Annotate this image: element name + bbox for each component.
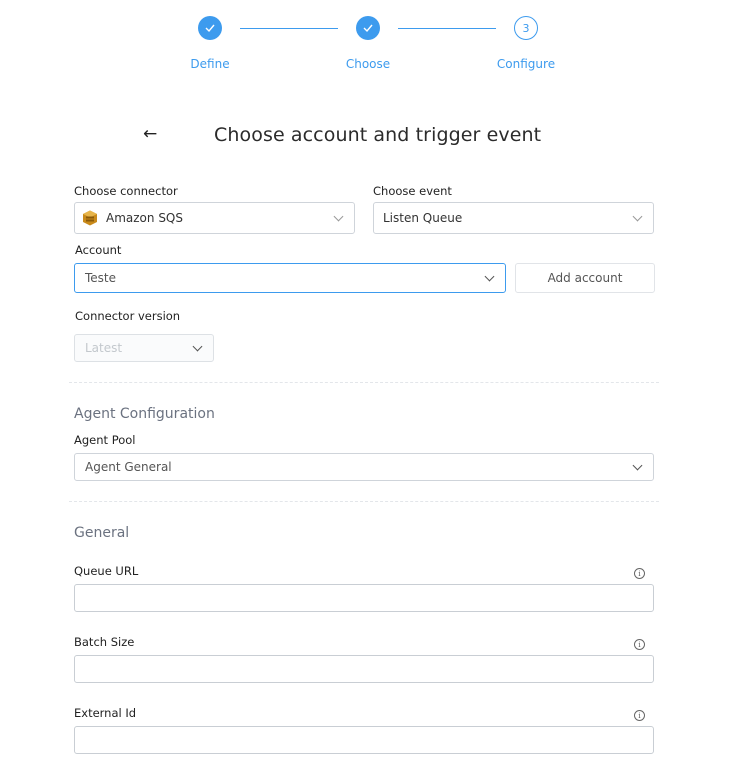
back-arrow-icon[interactable]: ← xyxy=(143,124,157,144)
agent-configuration-title: Agent Configuration xyxy=(74,406,215,422)
connector-value: Amazon SQS xyxy=(106,211,183,225)
section-divider xyxy=(69,501,659,502)
section-divider xyxy=(69,382,659,383)
info-icon[interactable]: i xyxy=(634,568,645,579)
info-icon[interactable]: i xyxy=(634,639,645,650)
step-1-check-icon[interactable] xyxy=(198,16,222,40)
step-2-check-icon[interactable] xyxy=(356,16,380,40)
step-label-define[interactable]: Define xyxy=(190,57,229,71)
general-title: General xyxy=(74,525,130,541)
agent-pool-value: Agent General xyxy=(85,460,172,474)
connector-select[interactable]: Amazon SQS xyxy=(74,202,355,234)
event-label: Choose event xyxy=(373,184,452,198)
connector-version-label: Connector version xyxy=(75,309,181,323)
account-select[interactable]: Teste xyxy=(74,263,506,293)
connector-version-select[interactable]: Latest xyxy=(74,334,214,362)
add-account-button[interactable]: Add account xyxy=(515,263,655,293)
external-id-input[interactable] xyxy=(74,726,654,754)
step-label-choose[interactable]: Choose xyxy=(346,57,390,71)
external-id-label: External Id xyxy=(74,706,137,720)
batch-size-input[interactable] xyxy=(74,655,654,683)
info-icon[interactable]: i xyxy=(634,710,645,721)
connector-label: Choose connector xyxy=(74,184,178,198)
connector-version-value: Latest xyxy=(85,341,123,355)
page-title: Choose account and trigger event xyxy=(214,124,542,146)
agent-pool-label: Agent Pool xyxy=(74,433,136,447)
step-connector-line xyxy=(398,28,496,29)
queue-url-input[interactable] xyxy=(74,584,654,612)
step-connector-line xyxy=(240,28,338,29)
event-select[interactable]: Listen Queue xyxy=(373,202,654,234)
account-label: Account xyxy=(75,243,122,257)
step-label-configure[interactable]: Configure xyxy=(497,57,555,71)
event-value: Listen Queue xyxy=(383,211,463,225)
agent-pool-select[interactable]: Agent General xyxy=(74,453,654,481)
batch-size-label: Batch Size xyxy=(74,635,135,649)
account-value: Teste xyxy=(85,271,117,285)
queue-url-label: Queue URL xyxy=(74,564,139,578)
amazon-sqs-icon xyxy=(83,210,97,226)
step-3-number[interactable]: 3 xyxy=(514,16,538,40)
